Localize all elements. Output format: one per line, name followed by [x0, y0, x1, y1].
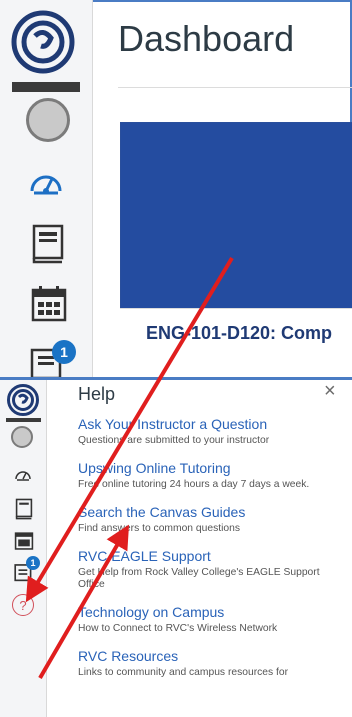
help-link-item[interactable]: Technology on Campus How to Connect to R…	[78, 604, 346, 636]
inbox-unread-badge: 1	[52, 340, 76, 364]
help-link-title[interactable]: Search the Canvas Guides	[78, 504, 346, 520]
title-divider	[118, 87, 352, 88]
help-link-title[interactable]: RVC Resources	[78, 648, 346, 664]
user-avatar-icon[interactable]	[11, 426, 33, 448]
inbox-unread-badge: 1	[26, 556, 40, 570]
help-link-description: How to Connect to RVC's Wireless Network	[78, 623, 278, 635]
courses-icon[interactable]	[15, 498, 33, 520]
help-links-list: Ask Your Instructor a Question Questions…	[78, 416, 346, 692]
help-link-item[interactable]: Search the Canvas Guides Find answers to…	[78, 504, 346, 536]
global-nav: 1	[0, 0, 93, 377]
global-nav-collapsed: 1 ?	[0, 380, 47, 717]
canvas-logo-icon[interactable]	[7, 384, 39, 416]
help-link-item[interactable]: Upswing Online Tutoring Free online tuto…	[78, 460, 346, 492]
help-link-title[interactable]: Technology on Campus	[78, 604, 346, 620]
help-link-description: Links to community and campus resources …	[78, 667, 289, 679]
help-link-item[interactable]: RVC EAGLE Support Get Help from Rock Val…	[78, 548, 346, 593]
help-link-item[interactable]: RVC Resources Links to community and cam…	[78, 648, 346, 680]
nav-divider	[6, 418, 41, 422]
help-tray-title: Help	[78, 384, 116, 404]
help-link-description: Free online tutoring 24 hours a day 7 da…	[78, 478, 310, 490]
help-icon[interactable]: ?	[12, 594, 34, 616]
help-link-title[interactable]: Upswing Online Tutoring	[78, 460, 346, 476]
dashboard-icon[interactable]	[26, 163, 66, 203]
nav-divider	[12, 82, 80, 92]
help-link-description: Get Help from Rock Valley College's EAGL…	[78, 566, 320, 591]
course-card-title[interactable]: ENG-101-D120: Comp	[146, 323, 332, 344]
courses-icon[interactable]	[31, 224, 65, 264]
help-panel: 1 ? Help × Ask Your Instructor a Questio…	[0, 380, 352, 717]
help-link-item[interactable]: Ask Your Instructor a Question Questions…	[78, 416, 346, 448]
calendar-icon[interactable]	[30, 284, 68, 322]
help-link-description: Questions are submitted to your instruct…	[78, 435, 270, 446]
help-link-description: Find answers to common questions	[78, 522, 240, 534]
canvas-logo-icon[interactable]	[11, 10, 75, 74]
calendar-icon[interactable]	[14, 530, 34, 550]
dashboard-icon[interactable]	[13, 465, 33, 485]
user-avatar-icon[interactable]	[26, 98, 70, 142]
close-icon[interactable]: ×	[324, 380, 336, 403]
page-title: Dashboard	[118, 18, 295, 59]
help-link-title[interactable]: RVC EAGLE Support	[78, 548, 346, 564]
dashboard-panel: 1 Dashboard ENG-101-D120: Comp	[0, 0, 352, 377]
help-link-title[interactable]: Ask Your Instructor a Question	[78, 416, 346, 432]
